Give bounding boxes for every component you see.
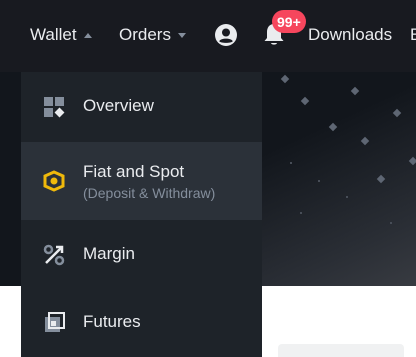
- truncated-nav-link[interactable]: E: [410, 24, 416, 46]
- banner-dot: [300, 212, 302, 214]
- wallet-label: Wallet: [30, 25, 77, 44]
- caret-down-icon: [177, 32, 186, 38]
- menu-item-label: Margin: [83, 244, 135, 263]
- banner-dot: [318, 180, 320, 182]
- profile-icon[interactable]: [214, 23, 238, 47]
- downloads-link[interactable]: Downloads: [308, 24, 392, 46]
- menu-item-label: Futures: [83, 312, 141, 331]
- menu-item-sublabel: (Deposit & Withdraw): [83, 185, 216, 201]
- orders-label: Orders: [119, 25, 171, 44]
- banner-dot: [390, 222, 392, 224]
- banner-dot: [290, 162, 292, 164]
- wallet-menu-toggle[interactable]: Wallet: [30, 24, 92, 46]
- fiat-spot-icon: [43, 170, 65, 192]
- menu-item-fiat-and-spot[interactable]: Fiat and Spot (Deposit & Withdraw): [21, 142, 262, 220]
- top-navigation-bar: Wallet Orders 99+ Downloads E: [0, 0, 416, 72]
- menu-item-futures[interactable]: Futures: [21, 290, 262, 357]
- overview-grid-icon: [44, 97, 65, 118]
- menu-item-label: Overview: [83, 96, 154, 115]
- banner-light-slab: [240, 72, 416, 286]
- orders-menu-toggle[interactable]: Orders: [119, 24, 186, 46]
- margin-percent-icon: [43, 244, 65, 266]
- caret-up-icon: [83, 32, 92, 38]
- wallet-dropdown-menu: Overview Fiat and Spot (Deposit & Withdr…: [21, 72, 262, 357]
- futures-icon: [45, 312, 65, 332]
- banner-dot: [346, 196, 348, 198]
- notification-count-badge: 99+: [272, 10, 306, 33]
- content-card-edge: [278, 344, 404, 357]
- menu-item-overview[interactable]: Overview: [21, 72, 262, 142]
- menu-item-label: Fiat and Spot: [83, 162, 185, 181]
- menu-item-margin[interactable]: Margin: [21, 220, 262, 290]
